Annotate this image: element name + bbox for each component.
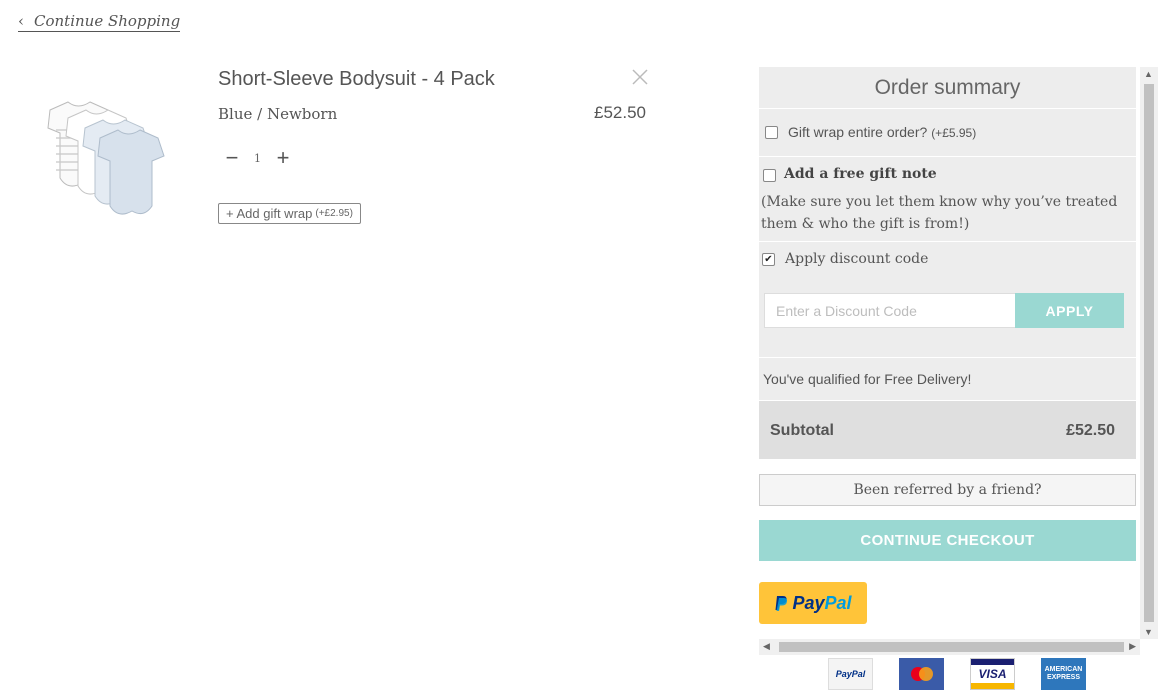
product-price: £52.50 <box>594 103 646 122</box>
product-variant: Blue / Newborn <box>218 105 338 123</box>
referred-by-friend-button[interactable]: Been referred by a friend? <box>759 474 1136 506</box>
quantity-value[interactable]: 1 <box>254 152 261 165</box>
gift-note-row: Add a free gift note (Make sure you let … <box>759 157 1136 242</box>
quantity-decrease-button[interactable]: − <box>224 147 240 169</box>
horizontal-scrollbar[interactable]: ◀ ▶ <box>759 639 1140 655</box>
american-express-icon: AMERICAN EXPRESS <box>1041 658 1086 690</box>
gift-note-checkbox[interactable] <box>763 169 776 182</box>
order-summary-panel: Order summary Gift wrap entire order? (+… <box>759 67 1136 639</box>
paypal-checkout-button[interactable]: PayPal <box>759 582 867 624</box>
vertical-scrollbar-thumb[interactable] <box>1144 84 1154 622</box>
paypal-card-icon: PayPal <box>828 658 873 690</box>
quantity-increase-button[interactable]: + <box>275 147 291 169</box>
amex-label: AMERICAN EXPRESS <box>1044 666 1083 681</box>
gift-wrap-order-price: (+£5.95) <box>931 126 977 140</box>
payment-methods: PayPal VISA AMERICAN EXPRESS <box>828 658 1086 690</box>
vertical-scrollbar[interactable]: ▲ ▼ <box>1140 67 1158 639</box>
product-title: Short-Sleeve Bodysuit - 4 Pack <box>218 68 495 90</box>
visa-icon: VISA <box>970 658 1015 690</box>
continue-checkout-button[interactable]: CONTINUE CHECKOUT <box>759 520 1136 561</box>
scroll-up-arrow-icon[interactable]: ▲ <box>1144 69 1153 79</box>
free-delivery-row: You've qualified for Free Delivery! <box>759 358 1136 401</box>
gift-wrap-order-label[interactable]: Gift wrap entire order? (+£5.95) <box>788 124 976 140</box>
add-gift-wrap-price: (+£2.95) <box>315 208 353 219</box>
remove-item-close-icon[interactable] <box>630 67 650 87</box>
scroll-right-arrow-icon[interactable]: ▶ <box>1129 641 1136 652</box>
gift-wrap-order-checkbox[interactable] <box>765 126 778 139</box>
free-delivery-message: You've qualified for Free Delivery! <box>763 371 972 387</box>
gift-note-title[interactable]: Add a free gift note <box>784 166 937 182</box>
discount-code-input[interactable] <box>764 293 1016 328</box>
order-summary-title: Order summary <box>759 67 1136 109</box>
paypal-word-pal: Pal <box>824 592 852 613</box>
continue-shopping-link[interactable]: ‹ Continue Shopping <box>18 12 181 32</box>
paypal-logo-icon <box>775 595 788 611</box>
visa-label: VISA <box>978 667 1007 681</box>
discount-row: ✔ Apply discount code APPLY <box>759 242 1136 358</box>
gift-wrap-order-row: Gift wrap entire order? (+£5.95) <box>759 109 1136 157</box>
gift-wrap-order-text: Gift wrap entire order? <box>788 124 928 140</box>
paypal-word-pay: Pay <box>792 592 825 613</box>
product-image[interactable] <box>30 90 180 240</box>
subtotal-value: £52.50 <box>1066 422 1115 439</box>
quantity-stepper: − 1 + <box>224 147 291 169</box>
scroll-down-arrow-icon[interactable]: ▼ <box>1144 627 1153 637</box>
discount-label[interactable]: Apply discount code <box>785 251 928 267</box>
mastercard-circles <box>910 667 933 681</box>
paypal-wordmark: PayPal <box>792 593 851 614</box>
apply-discount-button[interactable]: APPLY <box>1015 293 1124 328</box>
paypal-card-label: PayPal <box>835 669 866 679</box>
subtotal-label: Subtotal <box>770 422 834 439</box>
mastercard-icon <box>899 658 944 690</box>
discount-checkbox[interactable]: ✔ <box>762 253 775 266</box>
gift-note-description: (Make sure you let them know why you’ve … <box>761 194 1118 232</box>
scroll-left-arrow-icon[interactable]: ◀ <box>763 641 770 652</box>
horizontal-scrollbar-thumb[interactable] <box>779 642 1124 652</box>
add-gift-wrap-button[interactable]: + Add gift wrap (+£2.95) <box>218 203 361 224</box>
continue-shopping-label: Continue Shopping <box>34 12 181 30</box>
subtotal-row: Subtotal £52.50 <box>759 401 1136 460</box>
add-gift-wrap-label: + Add gift wrap <box>226 206 313 221</box>
chevron-left-icon: ‹ <box>18 12 24 30</box>
